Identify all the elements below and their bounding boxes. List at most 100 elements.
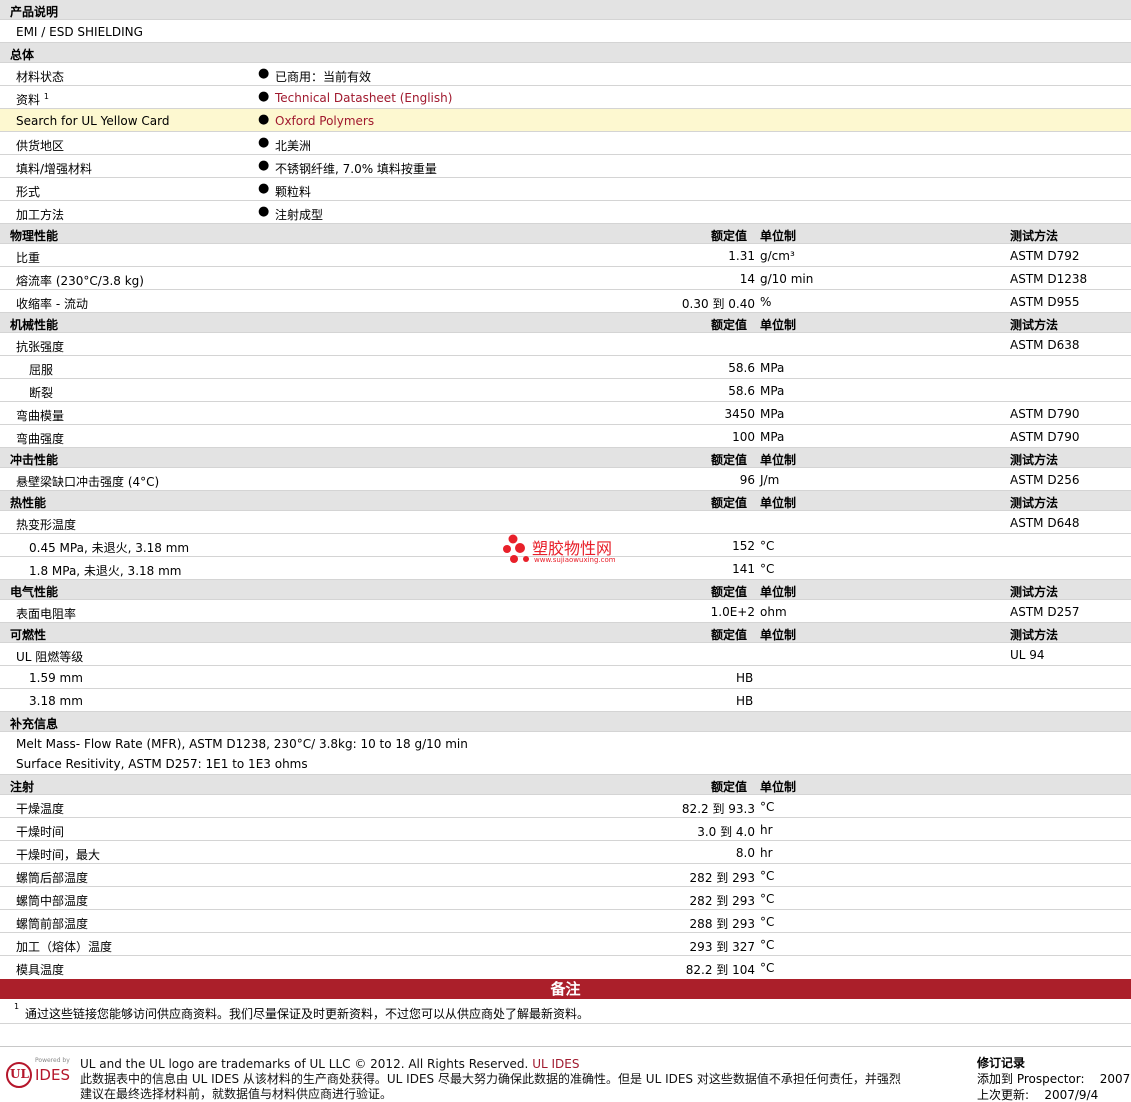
property-row: 抗张强度 ASTM D638 [0, 333, 1131, 356]
property-unit: ohm [760, 605, 787, 619]
property-value: 8.0 [735, 846, 755, 860]
property-unit: MPa [760, 361, 785, 375]
test-method: ASTM D790 [1010, 430, 1080, 444]
property-row: 干燥时间 3.0 到 4.0 hr [0, 818, 1131, 841]
property-label: 干燥时间 [16, 825, 65, 839]
property-unit: g/cm³ [760, 249, 795, 263]
property-row: UL 阻燃等级 UL 94 [0, 643, 1131, 666]
datasheet-link[interactable]: Technical Datasheet (English) [275, 91, 452, 105]
property-label: 弯曲模量 [16, 409, 65, 423]
property-unit: °C [760, 892, 775, 906]
property-unit: hr [760, 846, 773, 860]
property-row: 加工（熔体）温度 293 到 327 °C [0, 933, 1131, 956]
yellow-card-link[interactable]: Oxford Polymers [275, 114, 374, 128]
revision-history: 修订记录 添加到 Prospector: 2007 上次更新: 2007/9/4 [977, 1055, 1130, 1102]
property-row: 螺筒后部温度 282 到 293 °C [0, 864, 1131, 887]
yellow-card-label: Search for UL Yellow Card [16, 114, 170, 128]
section-header-supplemental: 补充信息 [0, 712, 1131, 732]
property-label: 资料 1 [16, 91, 49, 108]
ul-logo-text: UL [10, 1067, 29, 1081]
property-unit: J/m [760, 473, 780, 487]
supplemental-line: Surface Resitivity, ASTM D257: 1E1 to 1E… [16, 757, 308, 771]
property-value: HB [736, 671, 754, 685]
bullet-icon: ● [258, 181, 270, 196]
property-sublabel: 1.8 MPa, 未退火, 3.18 mm [29, 564, 182, 578]
col-header-unit: 单位制 [760, 585, 797, 599]
property-unit: hr [760, 823, 773, 837]
supplemental-block: Melt Mass- Flow Rate (MFR), ASTM D1238, … [0, 732, 1131, 775]
test-method: ASTM D792 [1010, 249, 1080, 263]
col-header-method: 测试方法 [1010, 585, 1059, 599]
col-header-value: 额定值 [711, 780, 748, 794]
property-value: 注射成型 [275, 208, 324, 222]
col-header-unit: 单位制 [760, 496, 797, 510]
ides-logo-text: IDES [35, 1066, 70, 1084]
supplemental-line: Melt Mass- Flow Rate (MFR), ASTM D1238, … [16, 737, 468, 751]
test-method: ASTM D955 [1010, 295, 1080, 309]
revision-updated-value: 2007/9/4 [1044, 1088, 1099, 1102]
col-header-value: 额定值 [711, 453, 748, 467]
property-unit: °C [760, 539, 775, 553]
test-method: ASTM D1238 [1010, 272, 1088, 286]
section-title: 物理性能 [10, 229, 59, 243]
property-label: 抗张强度 [16, 340, 65, 354]
footnote-marker: 1 [43, 92, 49, 101]
property-value: 282 到 293 [689, 894, 755, 908]
section-header-general: 总体 [0, 43, 1131, 63]
footer-text: UL and the UL logo are trademarks of UL … [80, 1057, 901, 1102]
section-title: 可燃性 [10, 628, 47, 642]
property-label: 表面电阻率 [16, 607, 77, 621]
col-header-unit: 单位制 [760, 318, 797, 332]
col-header-unit: 单位制 [760, 628, 797, 642]
watermark-url: www.sujiaowuxing.com [534, 556, 616, 564]
property-label: 螺筒后部温度 [16, 871, 89, 885]
description-text: EMI / ESD SHIELDING [16, 25, 143, 39]
footer-line: 建议在最终选择材料前，就数据值与材料供应商进行验证。 [80, 1087, 393, 1101]
property-value: 82.2 到 93.3 [681, 802, 755, 816]
property-value: 北美洲 [275, 139, 312, 153]
property-label: 干燥温度 [16, 802, 65, 816]
property-value: 100 [732, 430, 755, 444]
property-row: 断裂 58.6 MPa [0, 379, 1131, 402]
property-row: 收缩率 - 流动 0.30 到 0.40 % ASTM D955 [0, 290, 1131, 313]
section-title: 补充信息 [10, 717, 59, 731]
footnote-number: 1 [14, 1002, 20, 1011]
section-title: 机械性能 [10, 318, 59, 332]
test-method: ASTM D790 [1010, 407, 1080, 421]
bullet-icon: ● [258, 112, 270, 127]
property-value: 282 到 293 [689, 871, 755, 885]
property-label: 比重 [16, 251, 41, 265]
ul-ides-logo: UL Powered by IDES [6, 1057, 74, 1093]
property-value: 颗粒料 [275, 185, 312, 199]
revision-added-label: 添加到 Prospector: [977, 1072, 1085, 1086]
section-header-injection: 注射 额定值 单位制 [0, 775, 1131, 795]
label-text: 资料 [16, 93, 41, 107]
property-label: 悬壁梁缺口冲击强度 (4°C) [16, 475, 160, 489]
section-header-impact: 冲击性能 额定值 单位制 测试方法 [0, 448, 1131, 468]
property-label: 加工（熔体）温度 [16, 940, 113, 954]
property-row: 屈服 58.6 MPa [0, 356, 1131, 379]
property-unit: MPa [760, 384, 785, 398]
bullet-icon: ● [258, 204, 270, 219]
ul-ides-link[interactable]: UL IDES [532, 1057, 579, 1071]
property-value: 96 [739, 473, 755, 487]
property-row: 3.18 mm HB [0, 689, 1131, 712]
property-value: 3450 [724, 407, 755, 421]
test-method: ASTM D648 [1010, 516, 1080, 530]
property-label: 热变形温度 [16, 518, 77, 532]
property-value: 已商用：当前有效 [275, 70, 372, 84]
test-method: ASTM D256 [1010, 473, 1080, 487]
general-row: 加工方法 ● 注射成型 [0, 201, 1131, 224]
property-row: 悬壁梁缺口冲击强度 (4°C) 96 J/m ASTM D256 [0, 468, 1131, 491]
bullet-icon: ● [258, 66, 270, 81]
col-header-unit: 单位制 [760, 780, 797, 794]
copyright-text: UL and the UL logo are trademarks of UL … [80, 1057, 529, 1071]
property-label: 模具温度 [16, 963, 65, 977]
section-header-physical: 物理性能 额定值 单位制 测试方法 [0, 224, 1131, 244]
property-value: 288 到 293 [689, 917, 755, 931]
property-label: 形式 [16, 185, 41, 199]
property-label: 填料/增强材料 [16, 162, 93, 176]
section-header-thermal: 热性能 额定值 单位制 测试方法 [0, 491, 1131, 511]
property-unit: % [760, 295, 772, 309]
bullet-icon: ● [258, 135, 270, 150]
